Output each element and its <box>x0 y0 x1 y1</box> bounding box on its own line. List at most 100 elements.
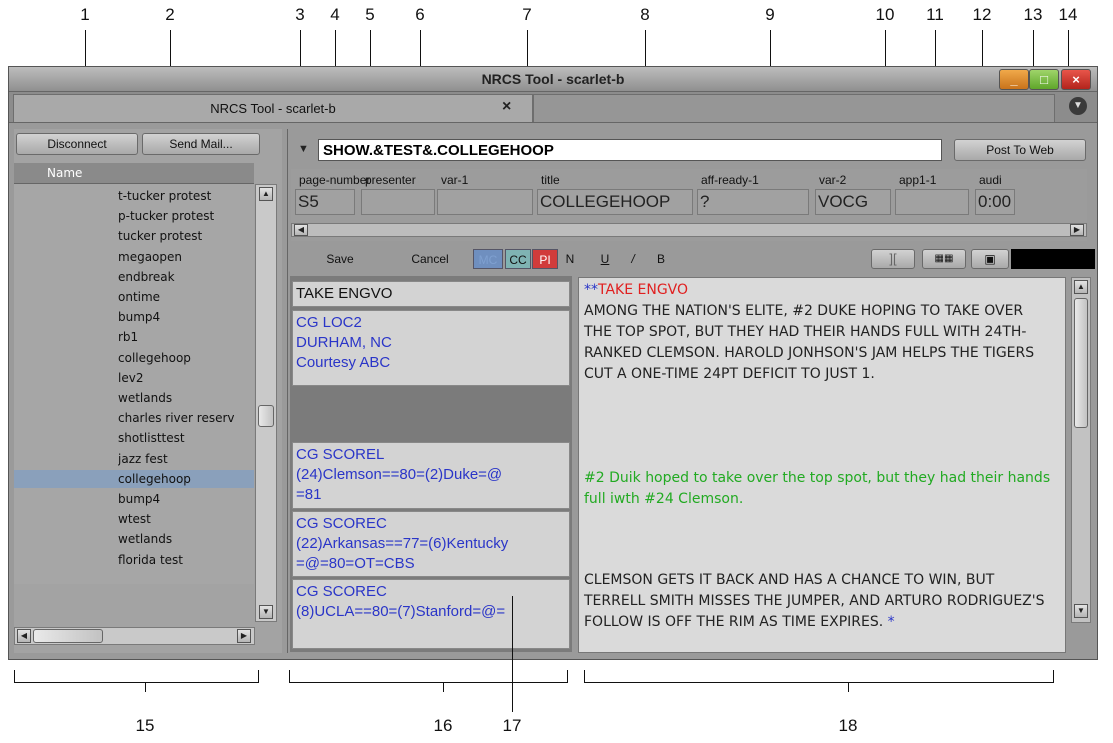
list-item[interactable]: rb1 <box>14 328 254 346</box>
list-item[interactable]: lev2 <box>14 369 254 387</box>
story-list-vscroll[interactable]: ▲ ▼ <box>255 184 277 622</box>
story-list: t-tucker protest p-tucker protest tucker p… <box>14 184 254 584</box>
field-header: app1-1 <box>899 173 937 187</box>
tab-nrcs-tool[interactable]: NRCS Tool - scarlet-b × <box>13 94 533 122</box>
cg-block[interactable]: CG SCOREC (8)UCLA==80=(7)Stanford=@= <box>292 579 570 649</box>
list-item[interactable]: wtest <box>14 510 254 528</box>
list-item[interactable]: p-tucker protest <box>14 207 254 225</box>
scroll-thumb[interactable] <box>258 405 274 427</box>
list-item[interactable]: megaopen <box>14 248 254 266</box>
send-mail-button[interactable]: Send Mail... <box>142 133 260 155</box>
list-item[interactable]: endbreak <box>14 268 254 286</box>
cg-block[interactable]: CG LOC2 DURHAM, NC Courtesy ABC <box>292 310 570 386</box>
title-bar[interactable]: NRCS Tool - scarlet-b _ □ × <box>9 67 1097 92</box>
script-vscroll[interactable]: ▲ ▼ <box>1071 277 1091 623</box>
cg-block[interactable] <box>292 388 570 440</box>
list-item[interactable]: collegehoop <box>14 349 254 367</box>
list-item-label: rb1 <box>118 330 139 345</box>
list-item[interactable]: charles river reserv <box>14 409 254 427</box>
field-value[interactable]: 0:00 <box>975 189 1015 215</box>
tab-close-icon[interactable]: × <box>502 98 511 116</box>
maximize-button[interactable]: □ <box>1029 69 1059 90</box>
callout-line-17 <box>512 596 513 712</box>
field-value[interactable] <box>895 189 969 215</box>
story-script-text[interactable]: **TAKE ENGVO AMONG THE NATION'S ELITE, #… <box>578 277 1066 653</box>
script-marker: ** <box>584 282 598 298</box>
list-item[interactable]: ontime <box>14 288 254 306</box>
field-value[interactable] <box>437 189 533 215</box>
list-item[interactable]: bump4 <box>14 308 254 326</box>
minimize-button[interactable]: _ <box>999 69 1029 90</box>
list-item[interactable]: collegehoop <box>14 469 254 488</box>
tab-label: NRCS Tool - scarlet-b <box>210 101 336 116</box>
window-title: NRCS Tool - scarlet-b <box>481 71 625 87</box>
list-item[interactable]: shotlisttest <box>14 429 254 447</box>
field-value[interactable]: ? <box>697 189 809 215</box>
collapse-triangle-icon[interactable]: ▼ <box>298 143 309 155</box>
list-item[interactable]: tucker protest <box>14 227 254 245</box>
script-cue: TAKE ENGVO <box>598 282 689 298</box>
timing-button[interactable]: ▦▦ <box>922 249 966 269</box>
italic-button[interactable]: / <box>621 249 645 269</box>
scroll-up-icon[interactable]: ▲ <box>259 187 273 201</box>
field-value[interactable]: S5 <box>295 189 355 215</box>
scroll-down-icon[interactable]: ▼ <box>259 605 273 619</box>
script-scroll-up-icon[interactable]: ▲ <box>1074 280 1088 294</box>
callout-13: 13 <box>1023 5 1043 24</box>
cg-block[interactable]: CG SCOREL (24)Clemson==80=(2)Duke=@ =81 <box>292 442 570 509</box>
callout-4: 4 <box>330 5 340 24</box>
script-note: #2 Duik hoped to take over the top spot,… <box>584 470 1051 507</box>
script-paragraph-1: AMONG THE NATION'S ELITE, #2 DUKE HOPING… <box>584 303 1035 382</box>
list-item-label: collegehoop <box>118 471 191 486</box>
list-item[interactable]: t-tucker protest <box>14 187 254 205</box>
cg-column: TAKE ENGVO CG LOC2 DURHAM, NC Courtesy AB… <box>290 276 572 652</box>
field-value[interactable] <box>361 189 435 215</box>
closed-caption-button[interactable]: CC <box>505 249 531 269</box>
normal-text-button[interactable]: N <box>560 249 580 269</box>
list-item[interactable]: bump4 <box>14 490 254 508</box>
form-scroll-left-icon[interactable]: ◀ <box>294 224 308 236</box>
script-scroll-down-icon[interactable]: ▼ <box>1074 604 1088 618</box>
scroll-right-icon[interactable]: ▶ <box>237 629 251 643</box>
list-item-label: lev2 <box>118 370 144 385</box>
post-to-web-button[interactable]: Post To Web <box>954 139 1086 161</box>
field-value[interactable]: COLLEGEHOOP <box>537 189 693 215</box>
bracket-16 <box>289 670 568 683</box>
list-item-label: p-tucker protest <box>118 209 215 224</box>
underline-button[interactable]: U <box>593 249 617 269</box>
bold-button[interactable]: B <box>649 249 673 269</box>
list-item-label: collegehoop <box>118 350 191 365</box>
callout-9: 9 <box>765 5 775 24</box>
insert-cg-button[interactable]: ][ <box>871 249 915 269</box>
form-hscroll[interactable]: ◀ ▶ <box>291 223 1087 237</box>
list-item[interactable]: wetlands <box>14 389 254 407</box>
tab-menu-icon[interactable]: ▼ <box>1069 97 1087 115</box>
production-instruction-button[interactable]: PI <box>532 249 558 269</box>
scroll-left-icon[interactable]: ◀ <box>17 629 31 643</box>
cg-block[interactable]: CG SCOREC (22)Arkansas==77=(6)Kentucky =… <box>292 511 570 577</box>
list-item[interactable]: jazz fest <box>14 450 254 468</box>
list-item-label: charles river reserv <box>118 411 235 426</box>
script-paragraph-2: CLEMSON GETS IT BACK AND HAS A CHANCE TO… <box>584 570 1054 633</box>
hscroll-thumb[interactable] <box>33 629 103 643</box>
form-scroll-right-icon[interactable]: ▶ <box>1070 224 1084 236</box>
list-item[interactable]: wetlands <box>14 530 254 548</box>
story-slug-field[interactable]: SHOW.&TEST&.COLLEGEHOOP <box>318 139 942 161</box>
cg-block[interactable]: TAKE ENGVO <box>292 281 570 307</box>
media-browse-button[interactable]: ▣ <box>971 249 1009 269</box>
field-value[interactable]: VOCG <box>815 189 891 215</box>
bracket-stem-16 <box>443 682 444 692</box>
save-button[interactable]: Save <box>297 249 383 269</box>
machine-control-button[interactable]: MC <box>473 249 503 269</box>
name-column-header[interactable]: Name <box>14 163 254 184</box>
cancel-button[interactable]: Cancel <box>387 249 473 269</box>
disconnect-button[interactable]: Disconnect <box>16 133 138 155</box>
field-header: presenter <box>365 173 416 187</box>
bracket-stem-15 <box>145 682 146 692</box>
tab-empty[interactable] <box>533 94 1055 122</box>
close-button[interactable]: × <box>1061 69 1091 90</box>
list-item[interactable]: florida test <box>14 551 254 569</box>
list-item-label: wtest <box>118 512 151 527</box>
story-list-hscroll[interactable]: ◀ ▶ <box>14 627 255 645</box>
script-scroll-thumb[interactable] <box>1074 298 1088 428</box>
